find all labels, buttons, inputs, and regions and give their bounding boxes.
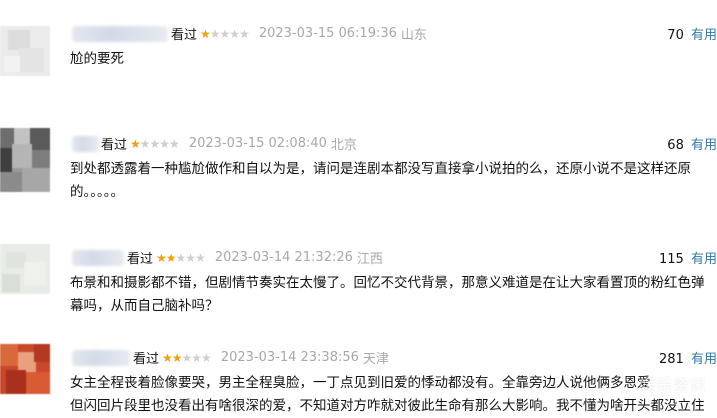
useful-button[interactable]: 有用	[691, 352, 717, 367]
review-location: 山东	[400, 28, 427, 43]
star-rating-icon: ★★★★★	[200, 26, 250, 41]
avatar[interactable]	[0, 344, 50, 394]
review-text-line: 尬的要死	[70, 51, 124, 67]
username[interactable]	[72, 250, 124, 266]
useful-count: 70	[667, 28, 684, 43]
watch-status: 看过	[101, 138, 128, 153]
review-datetime: 2023-03-15 06:19:36	[258, 26, 397, 41]
review-meta: 看过 ★★★★★ 2023-03-15 02:08:40 北京	[101, 134, 357, 153]
useful-vote: 70 有用	[667, 24, 717, 43]
useful-count: 281	[659, 352, 684, 367]
review-text-line: 布景和和摄影都不错，但剧情节奏实在太慢了。回忆不交代背景，那意义难道是在让大家看…	[70, 275, 705, 291]
review-text-line: 的。。。。。	[70, 184, 124, 200]
review-content: 女主全程丧着脸像要哭，男主全程臭脸，一丁点见到旧爱的悸动都没有。全靠旁边人说他俩…	[70, 372, 705, 418]
review-location: 江西	[356, 252, 383, 267]
review-text-line: 女主全程丧着脸像要哭，男主全程臭脸，一丁点见到旧爱的悸动都没有。全靠旁边人说他俩…	[70, 375, 651, 391]
watch-status: 看过	[133, 352, 160, 367]
watch-status: 看过	[127, 252, 154, 267]
useful-button[interactable]: 有用	[691, 138, 717, 153]
useful-vote: 281 有用	[659, 348, 717, 367]
review-text-line: 到处都透露着一种尴尬做作和自以为是，请问是连剧本都没写直接拿小说拍的么，还原小说…	[70, 161, 691, 177]
review-content: 布景和和摄影都不错，但剧情节奏实在太慢了。回忆不交代背景，那意义难道是在让大家看…	[70, 272, 705, 318]
avatar[interactable]	[0, 244, 50, 294]
review-datetime: 2023-03-15 02:08:40	[188, 136, 327, 151]
avatar[interactable]	[0, 26, 50, 76]
useful-count: 68	[667, 138, 684, 153]
avatar[interactable]	[0, 128, 50, 192]
review-text-line: 但闪回片段里也没看出有啥很深的爱，不知道对方咋就对彼此生命有那么大影响。我不懂为…	[70, 398, 705, 414]
review-content: 尬的要死	[70, 48, 124, 71]
review-meta: 看过 ★★★★★ 2023-03-14 21:32:26 江西	[127, 248, 383, 267]
star-rating-icon: ★★★★★	[156, 250, 206, 265]
useful-button[interactable]: 有用	[691, 252, 717, 267]
watermark: 娱乐资讯	[638, 376, 707, 395]
watch-status: 看过	[171, 28, 198, 43]
review-location: 天津	[362, 352, 389, 367]
useful-vote: 68 有用	[667, 134, 717, 153]
username[interactable]	[72, 26, 168, 42]
review-meta: 看过 ★★★★★ 2023-03-14 23:38:56 天津	[133, 348, 389, 367]
useful-vote: 115 有用	[659, 248, 717, 267]
review-location: 北京	[330, 138, 357, 153]
username[interactable]	[72, 136, 99, 152]
star-rating-icon: ★★★★★	[162, 350, 212, 365]
useful-count: 115	[659, 252, 684, 267]
review-datetime: 2023-03-14 23:38:56	[220, 350, 359, 365]
review-content: 到处都透露着一种尴尬做作和自以为是，请问是连剧本都没写直接拿小说拍的么，还原小说…	[70, 158, 691, 204]
review-datetime: 2023-03-14 21:32:26	[214, 250, 353, 265]
username[interactable]	[72, 350, 130, 366]
review-meta: 看过 ★★★★★ 2023-03-15 06:19:36 山东	[171, 24, 427, 43]
useful-button[interactable]: 有用	[691, 28, 717, 43]
star-rating-icon: ★★★★★	[130, 136, 180, 151]
review-text-line: 幕吗，从而自己脑补吗？	[70, 298, 219, 314]
